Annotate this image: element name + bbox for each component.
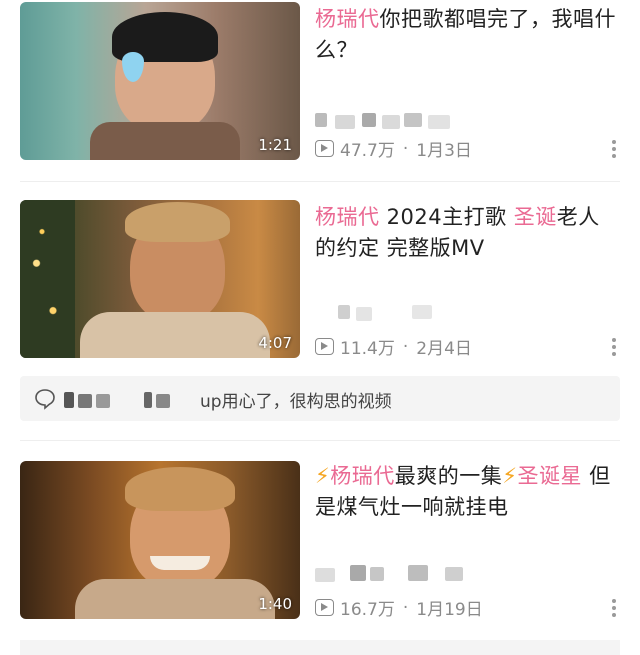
video-meta: 47.7万 · 1月3日 bbox=[315, 136, 472, 161]
upload-date: 1月19日 bbox=[416, 600, 483, 620]
divider bbox=[20, 181, 620, 182]
video-meta: 16.7万 · 1月19日 bbox=[315, 595, 483, 620]
comment-text: up用心了，很构思的视频 bbox=[200, 392, 392, 412]
comment-box[interactable]: up用心了，很构思的视频 bbox=[20, 376, 620, 421]
lightning-icon: ⚡ bbox=[502, 464, 518, 488]
title-keyword-highlight: 杨瑞代 bbox=[330, 464, 395, 488]
title-keyword-highlight: 圣诞 bbox=[513, 205, 557, 229]
view-count: 11.4万 bbox=[340, 339, 395, 359]
video-title[interactable]: ⚡杨瑞代最爽的一集⚡圣诞星 但是煤气灶一响就挂电 bbox=[315, 461, 620, 523]
title-keyword-highlight: 杨瑞代 bbox=[315, 7, 380, 31]
play-count-icon bbox=[315, 338, 334, 355]
more-options-icon[interactable] bbox=[612, 140, 616, 161]
title-keyword-highlight: 圣诞星 bbox=[517, 464, 582, 488]
video-title[interactable]: 杨瑞代你把歌都唱完了，我唱什么？ bbox=[315, 4, 620, 66]
title-text: 2024主打歌 bbox=[379, 205, 514, 229]
video-title[interactable]: 杨瑞代 2024主打歌 圣诞老人的约定 完整版MV bbox=[315, 202, 620, 264]
lightning-icon: ⚡ bbox=[315, 464, 331, 488]
meta-separator: · bbox=[402, 597, 409, 618]
view-count: 47.7万 bbox=[340, 141, 395, 161]
upload-date: 2月4日 bbox=[416, 339, 472, 359]
video-thumbnail[interactable]: 1:40 bbox=[20, 461, 300, 619]
video-meta: 11.4万 · 2月4日 bbox=[315, 334, 472, 359]
video-duration: 1:40 bbox=[258, 595, 292, 613]
comment-bubble-icon bbox=[35, 389, 55, 410]
upload-date: 1月3日 bbox=[416, 141, 472, 161]
meta-separator: · bbox=[402, 336, 409, 357]
play-count-icon bbox=[315, 599, 334, 616]
title-text: 最爽的一集 bbox=[394, 464, 503, 488]
video-duration: 1:21 bbox=[258, 136, 292, 154]
view-count: 16.7万 bbox=[340, 600, 395, 620]
video-duration: 4:07 bbox=[258, 334, 292, 352]
video-thumbnail[interactable]: 4:07 bbox=[20, 200, 300, 358]
more-options-icon[interactable] bbox=[612, 338, 616, 359]
next-item-edge bbox=[20, 640, 620, 655]
more-options-icon[interactable] bbox=[612, 599, 616, 620]
video-thumbnail[interactable]: 1:21 bbox=[20, 2, 300, 160]
divider bbox=[20, 440, 620, 441]
meta-separator: · bbox=[402, 138, 409, 159]
play-count-icon bbox=[315, 140, 334, 157]
title-keyword-highlight: 杨瑞代 bbox=[315, 205, 380, 229]
